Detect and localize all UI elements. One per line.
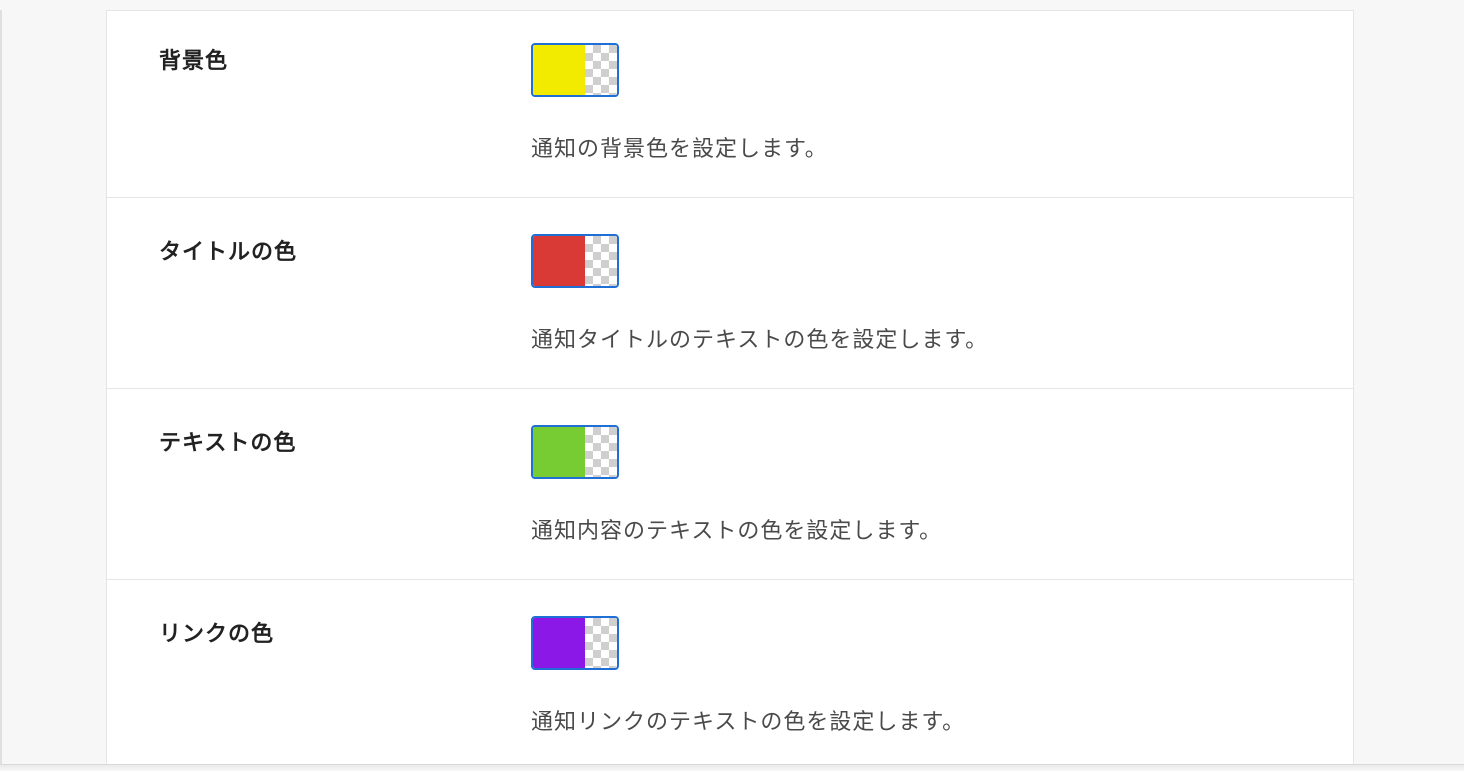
setting-label-link: リンクの色 <box>159 621 274 646</box>
color-swatch-background[interactable] <box>531 43 619 97</box>
color-swatch-link[interactable] <box>531 616 619 670</box>
panel-shadow <box>0 765 1464 771</box>
alpha-pattern-icon <box>585 427 617 477</box>
color-swatch-title[interactable] <box>531 234 619 288</box>
color-fill-title <box>533 236 585 286</box>
alpha-pattern-icon <box>585 236 617 286</box>
setting-desc-background: 通知の背景色を設定します。 <box>531 131 1329 163</box>
setting-row-background: 背景色 通知の背景色を設定します。 <box>107 10 1353 197</box>
setting-desc-text: 通知内容のテキストの色を設定します。 <box>531 513 1329 545</box>
setting-row-title: タイトルの色 通知タイトルのテキストの色を設定します。 <box>107 197 1353 388</box>
alpha-pattern-icon <box>585 45 617 95</box>
color-swatch-text[interactable] <box>531 425 619 479</box>
color-settings-panel: 背景色 通知の背景色を設定します。 タイトルの色 通知タイトルのテキストの色を設… <box>106 10 1354 764</box>
setting-desc-link: 通知リンクのテキストの色を設定します。 <box>531 704 1329 736</box>
setting-row-text: テキストの色 通知内容のテキストの色を設定します。 <box>107 388 1353 579</box>
setting-desc-title: 通知タイトルのテキストの色を設定します。 <box>531 322 1329 354</box>
setting-label-text: テキストの色 <box>159 430 296 455</box>
alpha-pattern-icon <box>585 618 617 668</box>
setting-row-link: リンクの色 通知リンクのテキストの色を設定します。 <box>107 579 1353 764</box>
color-fill-background <box>533 45 585 95</box>
color-fill-link <box>533 618 585 668</box>
setting-label-title: タイトルの色 <box>159 239 297 264</box>
color-fill-text <box>533 427 585 477</box>
setting-label-background: 背景色 <box>159 48 228 73</box>
